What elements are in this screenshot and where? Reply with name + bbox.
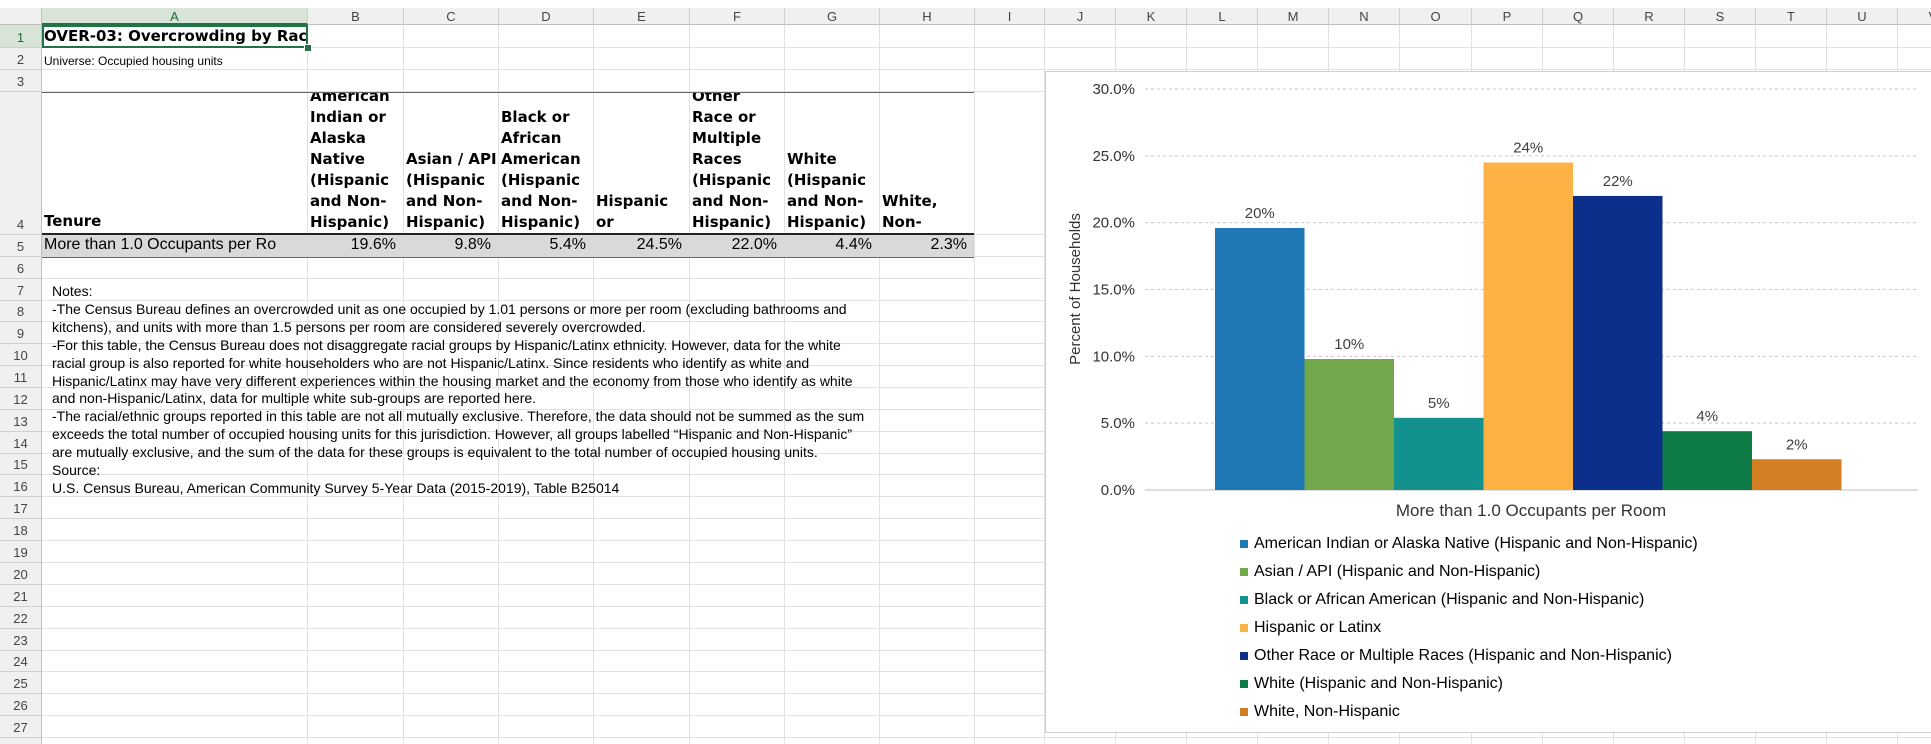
legend-label: Hispanic or Latinx xyxy=(1254,619,1382,636)
data-label: 10% xyxy=(1334,336,1364,353)
legend-swatch xyxy=(1240,540,1248,548)
legend-item: White (Hispanic and Non-Hispanic) xyxy=(1240,673,1503,695)
y-axis-label: Percent of Households xyxy=(1067,213,1084,365)
data-label: 22% xyxy=(1603,173,1633,190)
bar-5[interactable] xyxy=(1573,195,1663,490)
legend-swatch xyxy=(1240,680,1248,688)
bar-6[interactable] xyxy=(1662,431,1753,490)
legend-label: Black or African American (Hispanic and … xyxy=(1254,591,1645,608)
y-tick-label: 15.0% xyxy=(1092,282,1135,299)
legend-item: Other Race or Multiple Races (Hispanic a… xyxy=(1240,645,1672,667)
bar-3[interactable] xyxy=(1394,417,1484,490)
bar-4[interactable] xyxy=(1483,162,1574,490)
legend-label: White (Hispanic and Non-Hispanic) xyxy=(1254,675,1503,692)
legend-item: Black or African American (Hispanic and … xyxy=(1240,589,1644,611)
data-label: 2% xyxy=(1786,436,1808,453)
spreadsheet[interactable]: ABCDEFGHIJKLMNOPQRSTUV 12345678910111213… xyxy=(0,0,1931,744)
legend-label: American Indian or Alaska Native (Hispan… xyxy=(1254,535,1698,552)
legend-label: Asian / API (Hispanic and Non-Hispanic) xyxy=(1254,563,1541,580)
bar-1[interactable] xyxy=(1215,228,1305,490)
bar-2[interactable] xyxy=(1304,359,1395,490)
data-label: 4% xyxy=(1696,408,1718,425)
legend-swatch xyxy=(1240,568,1248,576)
legend-label: White, Non-Hispanic xyxy=(1254,703,1400,720)
y-tick-label: 0.0% xyxy=(1101,482,1135,499)
y-tick-label: 30.0% xyxy=(1092,81,1135,98)
y-tick-label: 20.0% xyxy=(1092,215,1135,232)
bar-chart[interactable]: 0.0% 5.0% 10.0% 15.0% 20.0% 25.0% 30.0% 20% 10% 5… xyxy=(0,0,1931,744)
legend-item: American Indian or Alaska Native (Hispan… xyxy=(1240,533,1698,555)
legend-item: White, Non-Hispanic xyxy=(1240,701,1400,723)
legend-swatch xyxy=(1240,596,1248,604)
data-label: 5% xyxy=(1428,395,1450,412)
y-tick-label: 25.0% xyxy=(1092,148,1135,165)
legend-swatch xyxy=(1240,708,1248,716)
y-tick-label: 10.0% xyxy=(1092,348,1135,365)
x-category-label: More than 1.0 Occupants per Room xyxy=(1396,501,1666,520)
legend-swatch xyxy=(1240,624,1248,632)
legend-swatch xyxy=(1240,652,1248,660)
bar-7[interactable] xyxy=(1752,459,1842,490)
data-label: 20% xyxy=(1245,205,1275,222)
legend-item: Asian / API (Hispanic and Non-Hispanic) xyxy=(1240,561,1540,583)
y-tick-label: 5.0% xyxy=(1101,415,1135,432)
legend-label: Other Race or Multiple Races (Hispanic a… xyxy=(1254,647,1672,664)
data-label: 24% xyxy=(1513,140,1543,157)
legend-item: Hispanic or Latinx xyxy=(1240,617,1381,639)
